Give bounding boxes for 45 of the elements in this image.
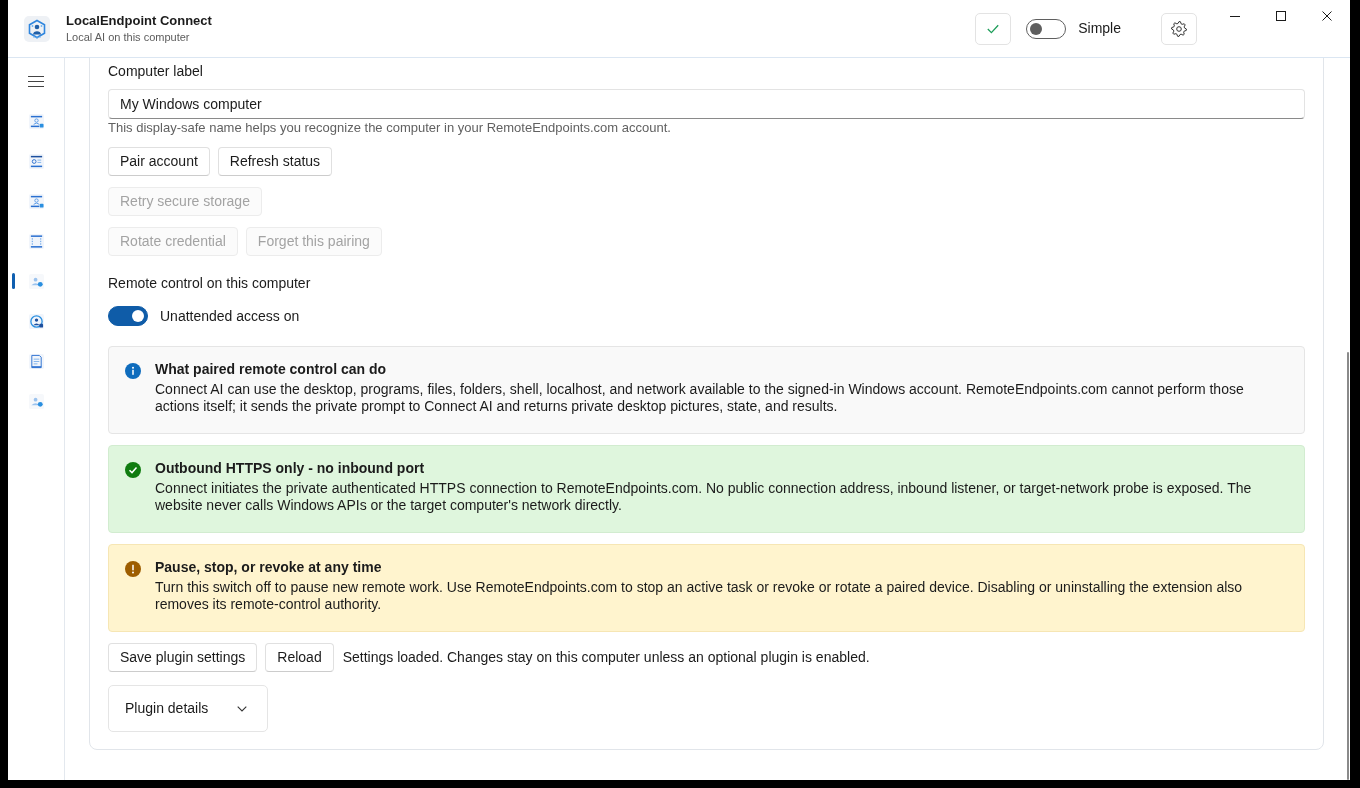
- action-button[interactable]: Pair account: [108, 147, 210, 176]
- action-button[interactable]: Refresh status: [217, 147, 333, 176]
- warning-icon: [125, 561, 141, 577]
- chevron-icon: [237, 705, 247, 712]
- section-heading: Remote control on this computer: [108, 274, 311, 292]
- document-icon: [28, 353, 44, 369]
- toggle-switch[interactable]: [108, 306, 148, 326]
- monitor-gear-icon: [28, 153, 44, 169]
- notice-title: Pause, stop, or revoke at any time: [155, 558, 383, 576]
- menu-icon: [28, 75, 44, 87]
- notice-title: What paired remote control can do: [155, 360, 388, 378]
- scrollbar[interactable]: [1347, 352, 1349, 780]
- help-text: This display-safe name helps you recognize the computer in your RemoteEndpoints.com account.: [108, 120, 671, 136]
- logo-icon: [24, 15, 50, 42]
- switch-label: Unattended access on: [160, 307, 300, 325]
- minimize-icon: [1230, 15, 1240, 17]
- person-badge-icon: [28, 273, 44, 289]
- field-label: Computer label: [108, 62, 203, 80]
- check-circle-icon: [125, 462, 141, 478]
- toggle-switch[interactable]: [1026, 18, 1067, 39]
- notice-text: Connect AI can use the desktop, programs, files, folders, shell, localhost, and network available to the signed-in Windows account. RemoteEndpoints.com cannot perform those actions itself; it sends the private prompt to Connect AI and returns private desktop pictures, state, and results.: [155, 381, 1245, 415]
- notice-text: Turn this switch off to pause new remote work. Use RemoteEndpoints.com to stop an active task or revoke or rotate a paired device. Disabling or uninstalling the extension also removes its remote-control authority.: [155, 579, 1244, 613]
- action-button[interactable]: Reload: [265, 643, 334, 672]
- check-button[interactable]: [975, 12, 1012, 45]
- person-badge-icon: [28, 393, 44, 409]
- close-icon: [1322, 11, 1332, 21]
- settings-icon: [1171, 20, 1187, 37]
- notice-title: Outbound HTTPS only - no inbound port: [155, 459, 426, 477]
- maximize-icon: [1276, 11, 1286, 21]
- switch-label: Simple: [1078, 19, 1121, 38]
- notice-text: Connect initiates the private authenticated HTTPS connection to RemoteEndpoints.com. No public connection address, inbound listener, or target-network probe is exposed. The website never calls Windows APIs or the target computer's network directly.: [155, 480, 1253, 514]
- selection-bar: [12, 273, 15, 289]
- action-button[interactable]: Save plugin settings: [108, 643, 258, 672]
- check-icon: [987, 23, 1000, 34]
- window-subtitle: Local AI on this computer: [66, 30, 191, 44]
- settings-button[interactable]: [1161, 12, 1197, 45]
- computer-label-field[interactable]: My Windows computer: [108, 89, 1305, 119]
- dashed-frame-icon: [28, 233, 44, 249]
- person-shield-icon: [28, 313, 44, 329]
- status-text: Settings loaded. Changes stay on this computer unless an optional plugin is enabled.: [342, 648, 870, 667]
- info-icon: [125, 363, 141, 379]
- plugin-details-expander[interactable]: Plugin details: [108, 685, 268, 732]
- monitor-person-icon: [28, 193, 44, 209]
- monitor-person-icon: [28, 113, 44, 129]
- window-title: LocalEndpoint Connect: [66, 13, 212, 29]
